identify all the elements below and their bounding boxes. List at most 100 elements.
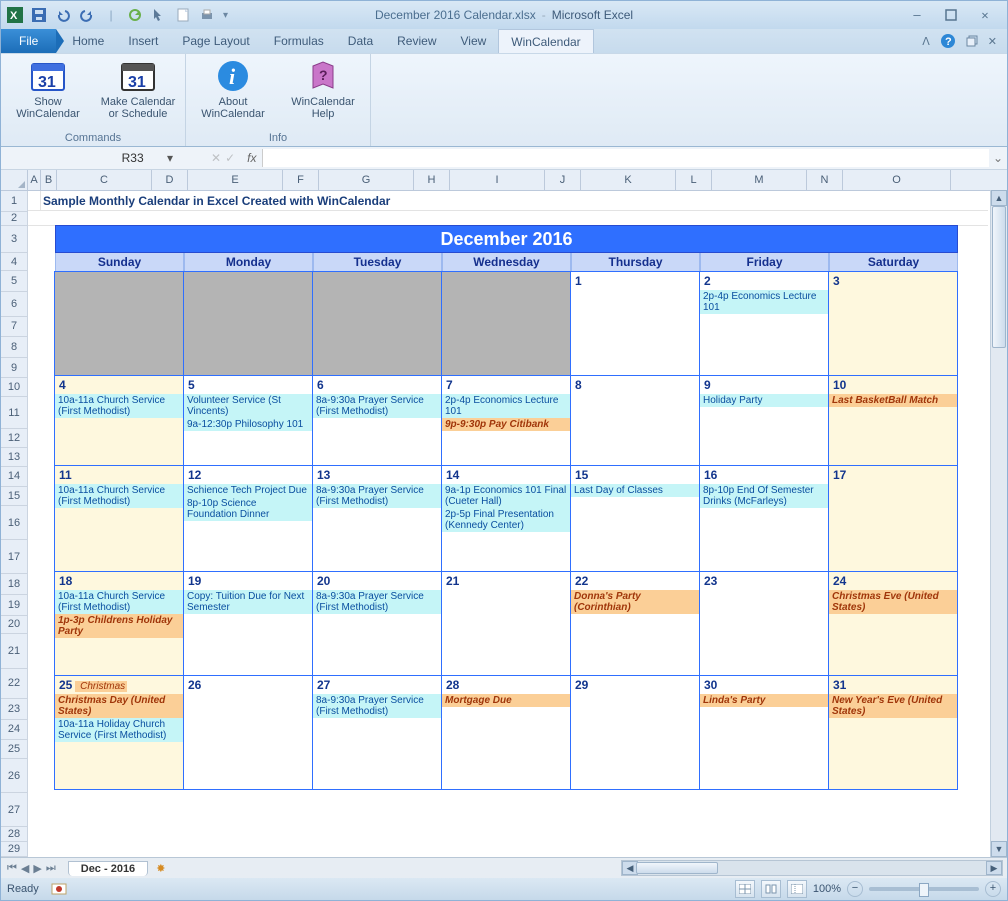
row-header[interactable]: 22 — [1, 669, 28, 699]
calendar-event[interactable]: 10a-11a Church Service (First Methodist) — [55, 394, 183, 418]
wincalendar-help-button[interactable]: ? WinCalendar Help — [284, 58, 362, 120]
calendar-cell[interactable]: 149a-1p Economics 101 Final (Cueter Hall… — [441, 465, 571, 572]
hscroll-thumb[interactable] — [636, 862, 718, 874]
calendar-cell[interactable]: 28Mortgage Due — [441, 675, 571, 790]
calendar-cell[interactable]: 26 — [183, 675, 313, 790]
zoom-out-icon[interactable]: − — [847, 881, 863, 897]
zoom-level[interactable]: 100% — [813, 883, 841, 895]
calendar-cell[interactable]: 17 — [828, 465, 958, 572]
close-workbook-icon[interactable]: ✕ — [988, 35, 997, 48]
calendar-cell[interactable]: 8 — [570, 375, 700, 466]
help-icon[interactable]: ? — [940, 33, 956, 49]
maximize-icon[interactable] — [943, 7, 959, 23]
row-header[interactable]: 2 — [1, 212, 28, 227]
row-header[interactable]: 29 — [1, 842, 28, 857]
calendar-event[interactable]: New Year's Eve (United States) — [829, 694, 957, 718]
tab-formulas[interactable]: Formulas — [262, 29, 336, 53]
qat-dropdown-icon[interactable]: ▾ — [223, 10, 228, 21]
calendar-cell[interactable]: 1110a-11a Church Service (First Methodis… — [54, 465, 184, 572]
view-normal-icon[interactable] — [735, 880, 755, 898]
sheet-nav[interactable]: ⏮ ◀ ▶ ⏭ — [1, 862, 62, 875]
calendar-cell[interactable]: 168p-10p End Of Semester Drinks (McFarle… — [699, 465, 829, 572]
calendar-event[interactable]: Christmas Day (United States) — [55, 694, 183, 718]
calendar-event[interactable]: 8p-10p End Of Semester Drinks (McFarleys… — [700, 484, 828, 508]
col-B[interactable]: B — [41, 170, 57, 190]
calendar-event[interactable]: 1p-3p Childrens Holiday Party — [55, 614, 183, 638]
zoom-in-icon[interactable]: + — [985, 881, 1001, 897]
calendar-cell[interactable]: 72p-4p Economics Lecture 1019p-9:30p Pay… — [441, 375, 571, 466]
calendar-cell[interactable]: 22Donna's Party (Corinthian) — [570, 571, 700, 676]
fx-label[interactable]: fx — [241, 151, 262, 165]
insert-sheet-icon[interactable]: ✸ — [148, 862, 165, 875]
calendar-event[interactable]: 8a-9:30a Prayer Service (First Methodist… — [313, 590, 441, 614]
col-G[interactable]: G — [319, 170, 414, 190]
col-M[interactable]: M — [712, 170, 807, 190]
sheet-nav-next-icon[interactable]: ▶ — [33, 862, 41, 875]
row-header[interactable]: 19 — [1, 595, 28, 616]
select-all-corner[interactable] — [1, 170, 28, 190]
calendar-cell[interactable]: . — [312, 271, 442, 376]
row-header[interactable]: 17 — [1, 540, 28, 574]
row-header[interactable]: 23 — [1, 699, 28, 720]
row-header[interactable]: 20 — [1, 616, 28, 635]
col-D[interactable]: D — [152, 170, 188, 190]
calendar-event[interactable]: Mortgage Due — [442, 694, 570, 707]
calendar-cell[interactable]: 30Linda's Party — [699, 675, 829, 790]
calendar-event[interactable]: 9p-9:30p Pay Citibank — [442, 418, 570, 431]
calendar-event[interactable]: Christmas Eve (United States) — [829, 590, 957, 614]
row-header[interactable]: 10 — [1, 378, 28, 397]
macro-record-icon[interactable] — [51, 882, 67, 896]
namebox-dropdown-icon[interactable]: ▾ — [147, 151, 173, 165]
sheet-nav-prev-icon[interactable]: ◀ — [21, 862, 29, 875]
make-calendar-button[interactable]: 31 Make Calendar or Schedule — [99, 58, 177, 120]
restore-window-icon[interactable] — [966, 35, 978, 47]
calendar-event[interactable]: 10a-11a Church Service (First Methodist) — [55, 484, 183, 508]
row-header[interactable]: 8 — [1, 337, 28, 358]
scroll-down-icon[interactable]: ▼ — [991, 841, 1007, 857]
minimize-icon[interactable]: — — [909, 7, 925, 23]
print-icon[interactable] — [199, 7, 215, 23]
calendar-event[interactable]: 2p-5p Final Presentation (Kennedy Center… — [442, 508, 570, 532]
row-header[interactable]: 14 — [1, 467, 28, 488]
formula-input[interactable] — [262, 149, 989, 167]
formula-expand-icon[interactable]: ⌄ — [989, 151, 1007, 165]
col-K[interactable]: K — [581, 170, 676, 190]
row-header[interactable]: 4 — [1, 253, 28, 272]
sheet-cells[interactable]: Sample Monthly Calendar in Excel Created… — [28, 191, 1007, 857]
row-header[interactable]: 1 — [1, 191, 28, 212]
col-J[interactable]: J — [545, 170, 581, 190]
calendar-event[interactable]: Holiday Party — [700, 394, 828, 407]
calendar-cell[interactable]: 68a-9:30a Prayer Service (First Methodis… — [312, 375, 442, 466]
calendar-event[interactable]: Last BasketBall Match — [829, 394, 957, 407]
row-header[interactable]: 7 — [1, 317, 28, 338]
tab-home[interactable]: Home — [60, 29, 116, 53]
pointer-icon[interactable] — [151, 7, 167, 23]
calendar-cell[interactable]: 15Last Day of Classes — [570, 465, 700, 572]
refresh-icon[interactable] — [127, 7, 143, 23]
about-wincalendar-button[interactable]: i About WinCalendar — [194, 58, 272, 120]
save-icon[interactable] — [31, 7, 47, 23]
col-A[interactable]: A — [28, 170, 41, 190]
calendar-event[interactable]: Volunteer Service (St Vincents) — [184, 394, 312, 418]
row-header[interactable]: 15 — [1, 487, 28, 506]
calendar-event[interactable]: Linda's Party — [700, 694, 828, 707]
col-L[interactable]: L — [676, 170, 712, 190]
row-header[interactable]: 5 — [1, 271, 28, 292]
calendar-cell[interactable]: 25 ChristmasChristmas Day (United States… — [54, 675, 184, 790]
scroll-right-icon[interactable]: ▶ — [986, 861, 1002, 875]
calendar-cell[interactable]: 31New Year's Eve (United States) — [828, 675, 958, 790]
row-header[interactable]: 16 — [1, 506, 28, 540]
calendar-cell[interactable]: 24Christmas Eve (United States) — [828, 571, 958, 676]
col-O[interactable]: O — [843, 170, 951, 190]
sheet-nav-first-icon[interactable]: ⏮ — [7, 862, 17, 875]
row-header[interactable]: 3 — [1, 226, 28, 252]
tab-data[interactable]: Data — [336, 29, 385, 53]
col-N[interactable]: N — [807, 170, 843, 190]
ribbon-minimize-icon[interactable]: ᐱ — [922, 35, 930, 48]
row-header[interactable]: 9 — [1, 358, 28, 379]
calendar-cell[interactable]: . — [183, 271, 313, 376]
row-header[interactable]: 13 — [1, 448, 28, 467]
calendar-cell[interactable]: . — [54, 271, 184, 376]
calendar-cell[interactable]: 10Last BasketBall Match — [828, 375, 958, 466]
show-wincalendar-button[interactable]: 31 Show WinCalendar — [9, 58, 87, 120]
